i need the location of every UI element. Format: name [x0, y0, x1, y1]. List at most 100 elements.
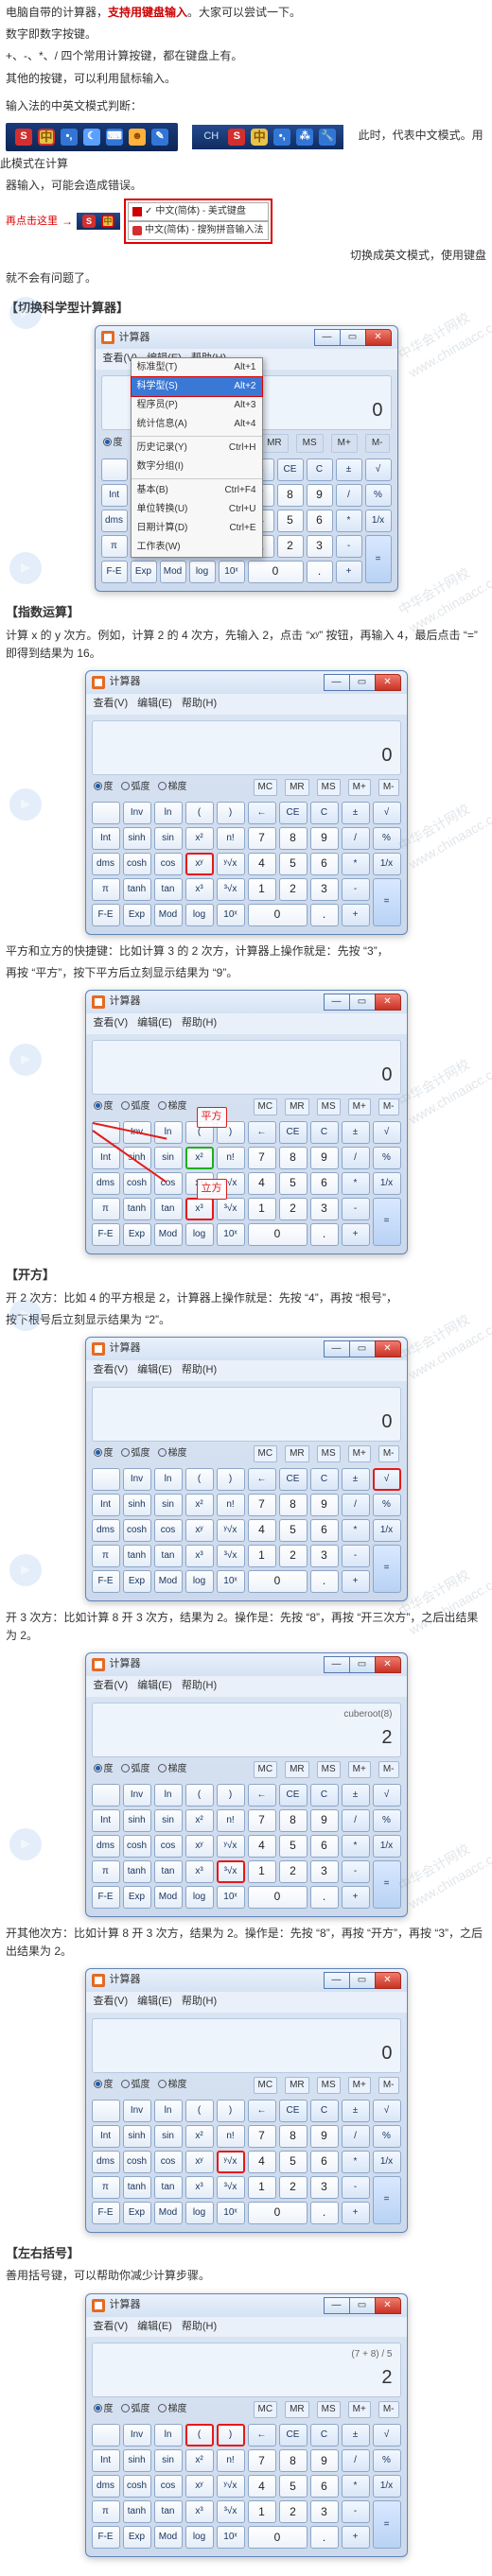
- radio-deg[interactable]: 度: [94, 2078, 114, 2093]
- key-3[interactable]: 3: [310, 1545, 339, 1567]
- sci-key[interactable]: Inv: [123, 1468, 151, 1491]
- key-1[interactable]: 1: [248, 2176, 276, 2199]
- key-%[interactable]: %: [373, 1809, 401, 1832]
- mr[interactable]: MR: [285, 1761, 309, 1778]
- sci-key[interactable]: tanh: [123, 1198, 151, 1220]
- sci-key[interactable]: ln: [154, 802, 183, 824]
- sci-key[interactable]: cos: [154, 2475, 183, 2498]
- sci-key[interactable]: (: [185, 2424, 214, 2446]
- key-6[interactable]: 6: [310, 1172, 339, 1195]
- menu-history[interactable]: 历史记录(Y)Ctrl+H: [132, 439, 262, 458]
- sci-key[interactable]: xʸ: [185, 2475, 214, 2498]
- key-/[interactable]: /: [342, 1809, 370, 1832]
- ime-tool-icon[interactable]: 🔧: [319, 129, 336, 146]
- sci-key[interactable]: ln: [154, 1121, 183, 1144]
- key-C[interactable]: C: [310, 1468, 339, 1491]
- key-←[interactable]: ←: [248, 1121, 276, 1144]
- menu-view[interactable]: 查看(V): [94, 696, 129, 713]
- menu-scientific[interactable]: 科学型(S)Alt+2: [131, 376, 263, 397]
- key-/[interactable]: /: [336, 484, 362, 507]
- close-button[interactable]: ✕: [375, 2297, 401, 2314]
- sci-key[interactable]: tanh: [123, 878, 151, 901]
- sci-key[interactable]: ³√x: [217, 1198, 245, 1220]
- key-.[interactable]: .: [310, 1223, 339, 1246]
- key-±[interactable]: ±: [336, 458, 362, 481]
- key-6[interactable]: 6: [310, 1835, 339, 1858]
- menu-edit[interactable]: 编辑(E): [137, 696, 172, 713]
- key-7[interactable]: 7: [248, 1147, 276, 1169]
- ime-option-sogou[interactable]: 中文(简体) - 搜狗拼音输入法: [128, 221, 269, 240]
- minimize-button[interactable]: —: [324, 994, 350, 1011]
- ms[interactable]: MS: [317, 1098, 341, 1115]
- menu-help[interactable]: 帮助(H): [182, 2319, 217, 2336]
- sci-key[interactable]: cos: [154, 1519, 183, 1542]
- key-7[interactable]: 7: [248, 827, 276, 850]
- key-%[interactable]: %: [373, 827, 401, 850]
- key-=[interactable]: =: [373, 1545, 401, 1593]
- key-2[interactable]: 2: [279, 1198, 308, 1220]
- sci-key[interactable]: ʸ√x: [217, 2151, 245, 2173]
- key--[interactable]: -: [342, 1198, 370, 1220]
- ime-cloud-icon[interactable]: ⁂: [296, 129, 313, 146]
- minimize-button[interactable]: —: [324, 2297, 350, 2314]
- sci-key[interactable]: F-E: [92, 904, 120, 926]
- key-2[interactable]: 2: [279, 1545, 308, 1567]
- sci-key[interactable]: tan: [154, 1860, 183, 1883]
- sci-key[interactable]: tanh: [123, 2500, 151, 2523]
- sci-key[interactable]: Exp: [131, 561, 157, 583]
- sci-key[interactable]: ʸ√x: [217, 1519, 245, 1542]
- ime-en-indicator[interactable]: 中: [101, 215, 114, 228]
- sci-key[interactable]: log: [185, 904, 214, 926]
- key-←[interactable]: ←: [248, 2424, 276, 2446]
- key-2[interactable]: 2: [279, 2176, 308, 2199]
- key-C[interactable]: C: [310, 802, 339, 824]
- sci-key[interactable]: π: [92, 878, 120, 901]
- ime-option-us[interactable]: ✓中文(简体) - 美式键盘: [128, 202, 269, 221]
- sci-key[interactable]: tan: [154, 1198, 183, 1220]
- sci-key[interactable]: cosh: [123, 853, 151, 875]
- sci-key[interactable]: Exp: [123, 2526, 151, 2549]
- key-*[interactable]: *: [342, 2151, 370, 2173]
- mp[interactable]: M+: [348, 1761, 371, 1778]
- mm[interactable]: M-: [378, 1098, 399, 1115]
- key-CE[interactable]: CE: [279, 1468, 308, 1491]
- key-9[interactable]: 9: [310, 827, 339, 850]
- key-2[interactable]: 2: [279, 1860, 308, 1883]
- key-√[interactable]: √: [373, 1121, 401, 1144]
- key-±[interactable]: ±: [342, 1468, 370, 1491]
- sci-key[interactable]: n!: [217, 2125, 245, 2148]
- menu-help[interactable]: 帮助(H): [182, 1994, 217, 2011]
- key-%[interactable]: %: [365, 484, 392, 507]
- sci-key[interactable]: ʸ√x: [217, 853, 245, 875]
- key-%[interactable]: %: [373, 2125, 401, 2148]
- key-.[interactable]: .: [310, 1570, 339, 1593]
- key-2[interactable]: 2: [277, 535, 304, 558]
- sci-key[interactable]: ³√x: [217, 1545, 245, 1567]
- sci-key[interactable]: ): [217, 2424, 245, 2446]
- sci-key[interactable]: sin: [154, 1494, 183, 1516]
- sci-key[interactable]: x³: [185, 1198, 214, 1220]
- radio-grad[interactable]: 梯度: [158, 2402, 187, 2417]
- sci-key[interactable]: ): [217, 1784, 245, 1807]
- key-9[interactable]: 9: [310, 1147, 339, 1169]
- menu-worksheet[interactable]: 工作表(W): [132, 538, 262, 557]
- key-6[interactable]: 6: [310, 853, 339, 875]
- sci-key[interactable]: Int: [92, 827, 120, 850]
- key--[interactable]: -: [336, 535, 362, 558]
- sci-key[interactable]: π: [101, 535, 128, 558]
- sci-key[interactable]: 10ˣ: [217, 1570, 245, 1593]
- sci-key[interactable]: π: [92, 1198, 120, 1220]
- sci-key[interactable]: ³√x: [217, 2500, 245, 2523]
- menu-help[interactable]: 帮助(H): [182, 1015, 217, 1032]
- key-√[interactable]: √: [373, 1468, 401, 1491]
- key-3[interactable]: 3: [310, 1860, 339, 1883]
- key--[interactable]: -: [342, 2500, 370, 2523]
- mc[interactable]: MC: [254, 1098, 278, 1115]
- key-=[interactable]: =: [373, 878, 401, 926]
- key-4[interactable]: 4: [248, 1835, 276, 1858]
- key-4[interactable]: 4: [248, 2151, 276, 2173]
- key-%[interactable]: %: [373, 1147, 401, 1169]
- key-8[interactable]: 8: [279, 1494, 308, 1516]
- sci-key[interactable]: n!: [217, 2449, 245, 2472]
- sci-key[interactable]: π: [92, 1545, 120, 1567]
